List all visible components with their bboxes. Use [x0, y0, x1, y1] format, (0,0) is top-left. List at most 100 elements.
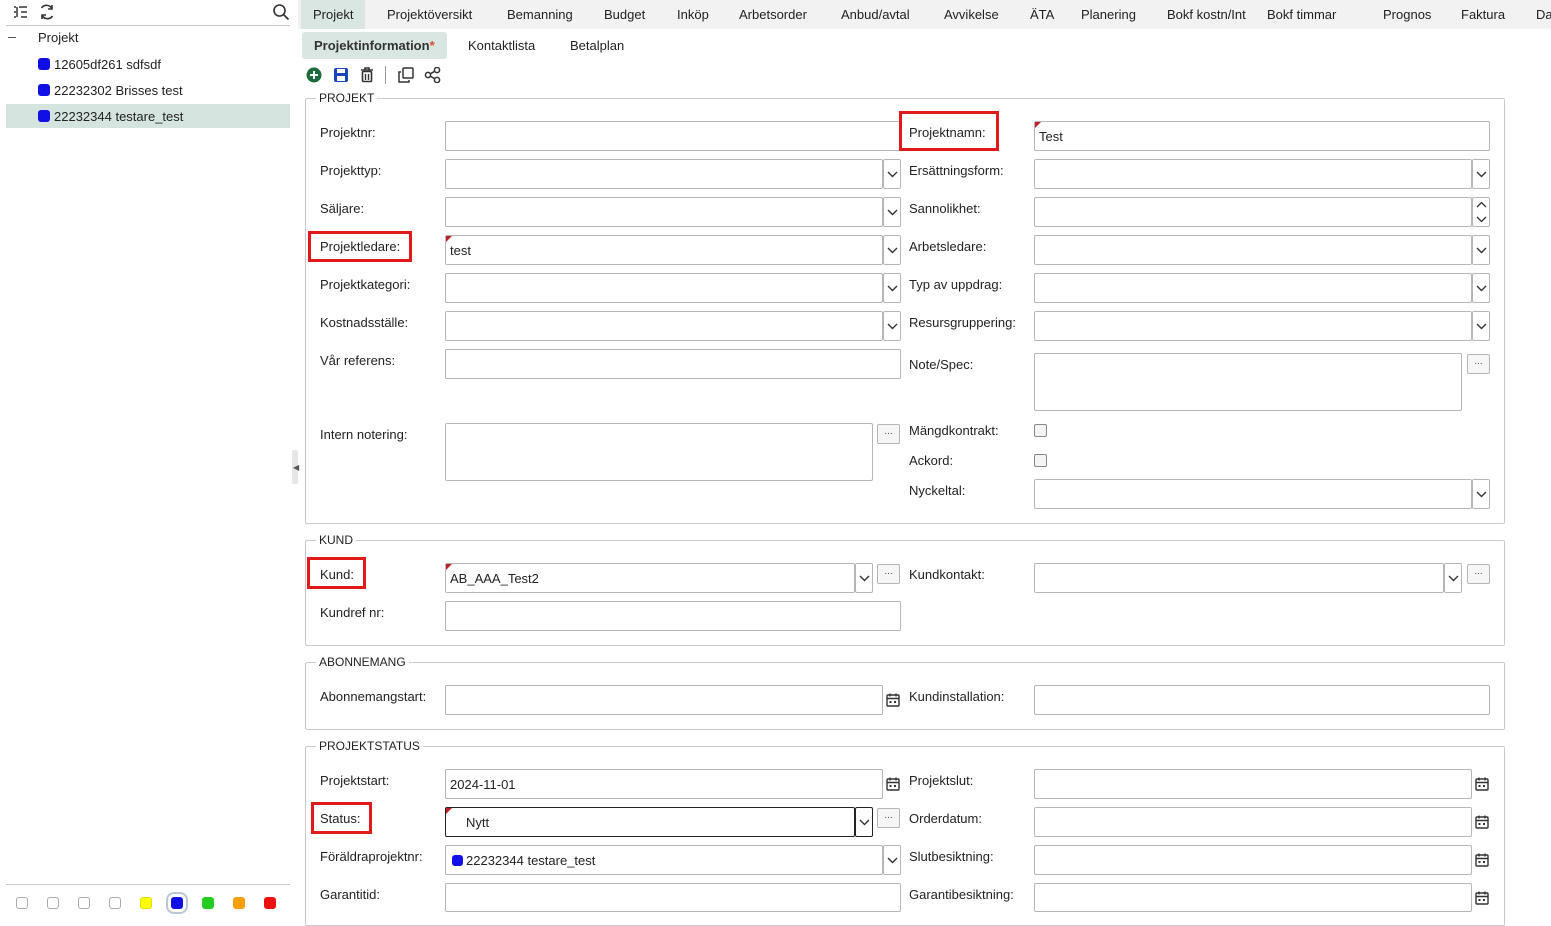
calendar-icon[interactable]	[886, 777, 900, 791]
delete-icon[interactable]	[359, 67, 375, 83]
tab-budget[interactable]: Budget	[604, 0, 645, 29]
calendar-icon[interactable]	[1475, 891, 1489, 905]
status-more-button[interactable]: ...	[877, 808, 900, 828]
tree-root[interactable]: Projekt	[6, 28, 290, 48]
tab-projekt[interactable]: Projekt	[301, 0, 366, 29]
mangdkontrakt-checkbox[interactable]	[1034, 424, 1047, 437]
tab-ata[interactable]: ÄTA	[1030, 0, 1054, 29]
kostnadsstalle-dropdown-button[interactable]	[883, 311, 901, 341]
abonnemangstart-date-input[interactable]	[445, 685, 883, 715]
status-select[interactable]: Nytt	[445, 807, 855, 837]
projektledare-dropdown-button[interactable]	[883, 235, 901, 265]
status-dropdown-button[interactable]	[855, 807, 873, 837]
foraldraprojektnr-dropdown-button[interactable]	[883, 845, 901, 875]
ersattningsform-select[interactable]	[1034, 159, 1472, 189]
calendar-icon[interactable]	[1475, 777, 1489, 791]
chevron-down-icon[interactable]	[1476, 216, 1487, 223]
projektnr-input[interactable]	[445, 121, 901, 151]
projektkategori-dropdown-button[interactable]	[883, 273, 901, 303]
color-filter-orange[interactable]	[233, 897, 245, 909]
var-referens-input[interactable]	[445, 349, 901, 379]
color-filter-white[interactable]	[78, 897, 90, 909]
subtab-betalplan[interactable]: Betalplan	[570, 32, 624, 59]
garantitid-input[interactable]	[445, 883, 901, 912]
arbetsledare-select[interactable]	[1034, 235, 1472, 265]
tab-bokf-timmar[interactable]: Bokf timmar	[1267, 0, 1336, 29]
projektkategori-select[interactable]	[445, 273, 883, 303]
projektslut-date-input[interactable]	[1034, 769, 1472, 799]
slutbesiktning-date-input[interactable]	[1034, 845, 1472, 875]
color-filter-yellow[interactable]	[140, 897, 152, 909]
orderdatum-date-input[interactable]	[1034, 807, 1472, 837]
calendar-icon[interactable]	[886, 693, 900, 707]
subtab-projektinformation[interactable]: Projektinformation*	[302, 32, 447, 59]
kund-more-button[interactable]: ...	[877, 564, 900, 584]
intern-notering-textarea[interactable]	[445, 423, 873, 481]
kund-dropdown-button[interactable]	[855, 563, 873, 593]
garantibesiktning-date-input[interactable]	[1034, 883, 1472, 912]
add-icon[interactable]	[306, 67, 322, 83]
saljare-dropdown-button[interactable]	[883, 197, 901, 227]
typ-av-uppdrag-dropdown-button[interactable]	[1472, 273, 1490, 303]
share-icon[interactable]	[424, 67, 441, 83]
tab-da[interactable]: Da	[1536, 0, 1551, 29]
collapse-dash-icon[interactable]	[8, 37, 16, 38]
kundkontakt-dropdown-button[interactable]	[1444, 563, 1462, 593]
tree-collapse-icon[interactable]	[12, 4, 28, 20]
calendar-icon[interactable]	[1475, 815, 1489, 829]
resursgruppering-select[interactable]	[1034, 311, 1472, 341]
kundkontakt-more-button[interactable]: ...	[1467, 564, 1490, 584]
typ-av-uppdrag-select[interactable]	[1034, 273, 1472, 303]
ackord-checkbox[interactable]	[1034, 454, 1047, 467]
projekttyp-dropdown-button[interactable]	[883, 159, 901, 189]
nyckeltal-select[interactable]	[1034, 479, 1472, 509]
sannolikhet-spinner[interactable]	[1472, 197, 1490, 227]
tab-arbetsorder[interactable]: Arbetsorder	[739, 0, 807, 29]
kostnadsstalle-select[interactable]	[445, 311, 883, 341]
color-filter-green[interactable]	[202, 897, 214, 909]
tree-item-selected[interactable]: 22232344 testare_test	[6, 104, 290, 128]
save-icon[interactable]	[333, 67, 349, 83]
projektledare-select[interactable]: test	[445, 235, 883, 265]
search-icon[interactable]	[272, 3, 290, 21]
kundinstallation-input[interactable]	[1034, 685, 1490, 715]
tab-planering[interactable]: Planering	[1081, 0, 1136, 29]
saljare-select[interactable]	[445, 197, 883, 227]
color-filter-white[interactable]	[109, 897, 121, 909]
kund-select[interactable]: AB_AAA_Test2	[445, 563, 855, 593]
subtab-kontaktlista[interactable]: Kontaktlista	[468, 32, 535, 59]
tab-inkop[interactable]: Inköp	[677, 0, 709, 29]
note-spec-more-button[interactable]: ...	[1467, 354, 1490, 374]
panel-splitter[interactable]: ◀	[292, 450, 299, 484]
projektnamn-input[interactable]: Test	[1034, 121, 1490, 151]
projekttyp-select[interactable]	[445, 159, 883, 189]
sannolikhet-input[interactable]	[1034, 197, 1472, 227]
tab-prognos[interactable]: Prognos	[1383, 0, 1431, 29]
color-filter-white[interactable]	[16, 897, 28, 909]
tab-projektoversikt[interactable]: Projektöversikt	[387, 0, 472, 29]
copy-icon[interactable]	[398, 67, 414, 83]
chevron-up-icon[interactable]	[1476, 201, 1487, 208]
kundref-input[interactable]	[445, 601, 901, 631]
tree-item[interactable]: 22232302 Brisses test	[6, 78, 290, 102]
refresh-icon[interactable]	[38, 3, 56, 21]
tab-bemanning[interactable]: Bemanning	[507, 0, 573, 29]
arbetsledare-dropdown-button[interactable]	[1472, 235, 1490, 265]
tab-bokf-kostn-int[interactable]: Bokf kostn/Int	[1167, 0, 1246, 29]
tab-faktura[interactable]: Faktura	[1461, 0, 1505, 29]
ersattningsform-dropdown-button[interactable]	[1472, 159, 1490, 189]
tree-item[interactable]: 12605df261 sdfsdf	[6, 52, 290, 76]
foraldraprojektnr-select[interactable]: 22232344 testare_test	[445, 845, 883, 875]
color-filter-white[interactable]	[47, 897, 59, 909]
kundkontakt-select[interactable]	[1034, 563, 1444, 593]
tab-anbud-avtal[interactable]: Anbud/avtal	[841, 0, 910, 29]
color-filter-red[interactable]	[264, 897, 276, 909]
note-spec-textarea[interactable]	[1034, 353, 1462, 411]
collapse-arrow-icon[interactable]: ◀	[293, 463, 299, 472]
calendar-icon[interactable]	[1475, 853, 1489, 867]
tab-avvikelse[interactable]: Avvikelse	[944, 0, 999, 29]
resursgruppering-dropdown-button[interactable]	[1472, 311, 1490, 341]
intern-notering-more-button[interactable]: ...	[877, 424, 900, 444]
nyckeltal-dropdown-button[interactable]	[1472, 479, 1490, 509]
projektstart-date-input[interactable]: 2024-11-01	[445, 769, 883, 799]
